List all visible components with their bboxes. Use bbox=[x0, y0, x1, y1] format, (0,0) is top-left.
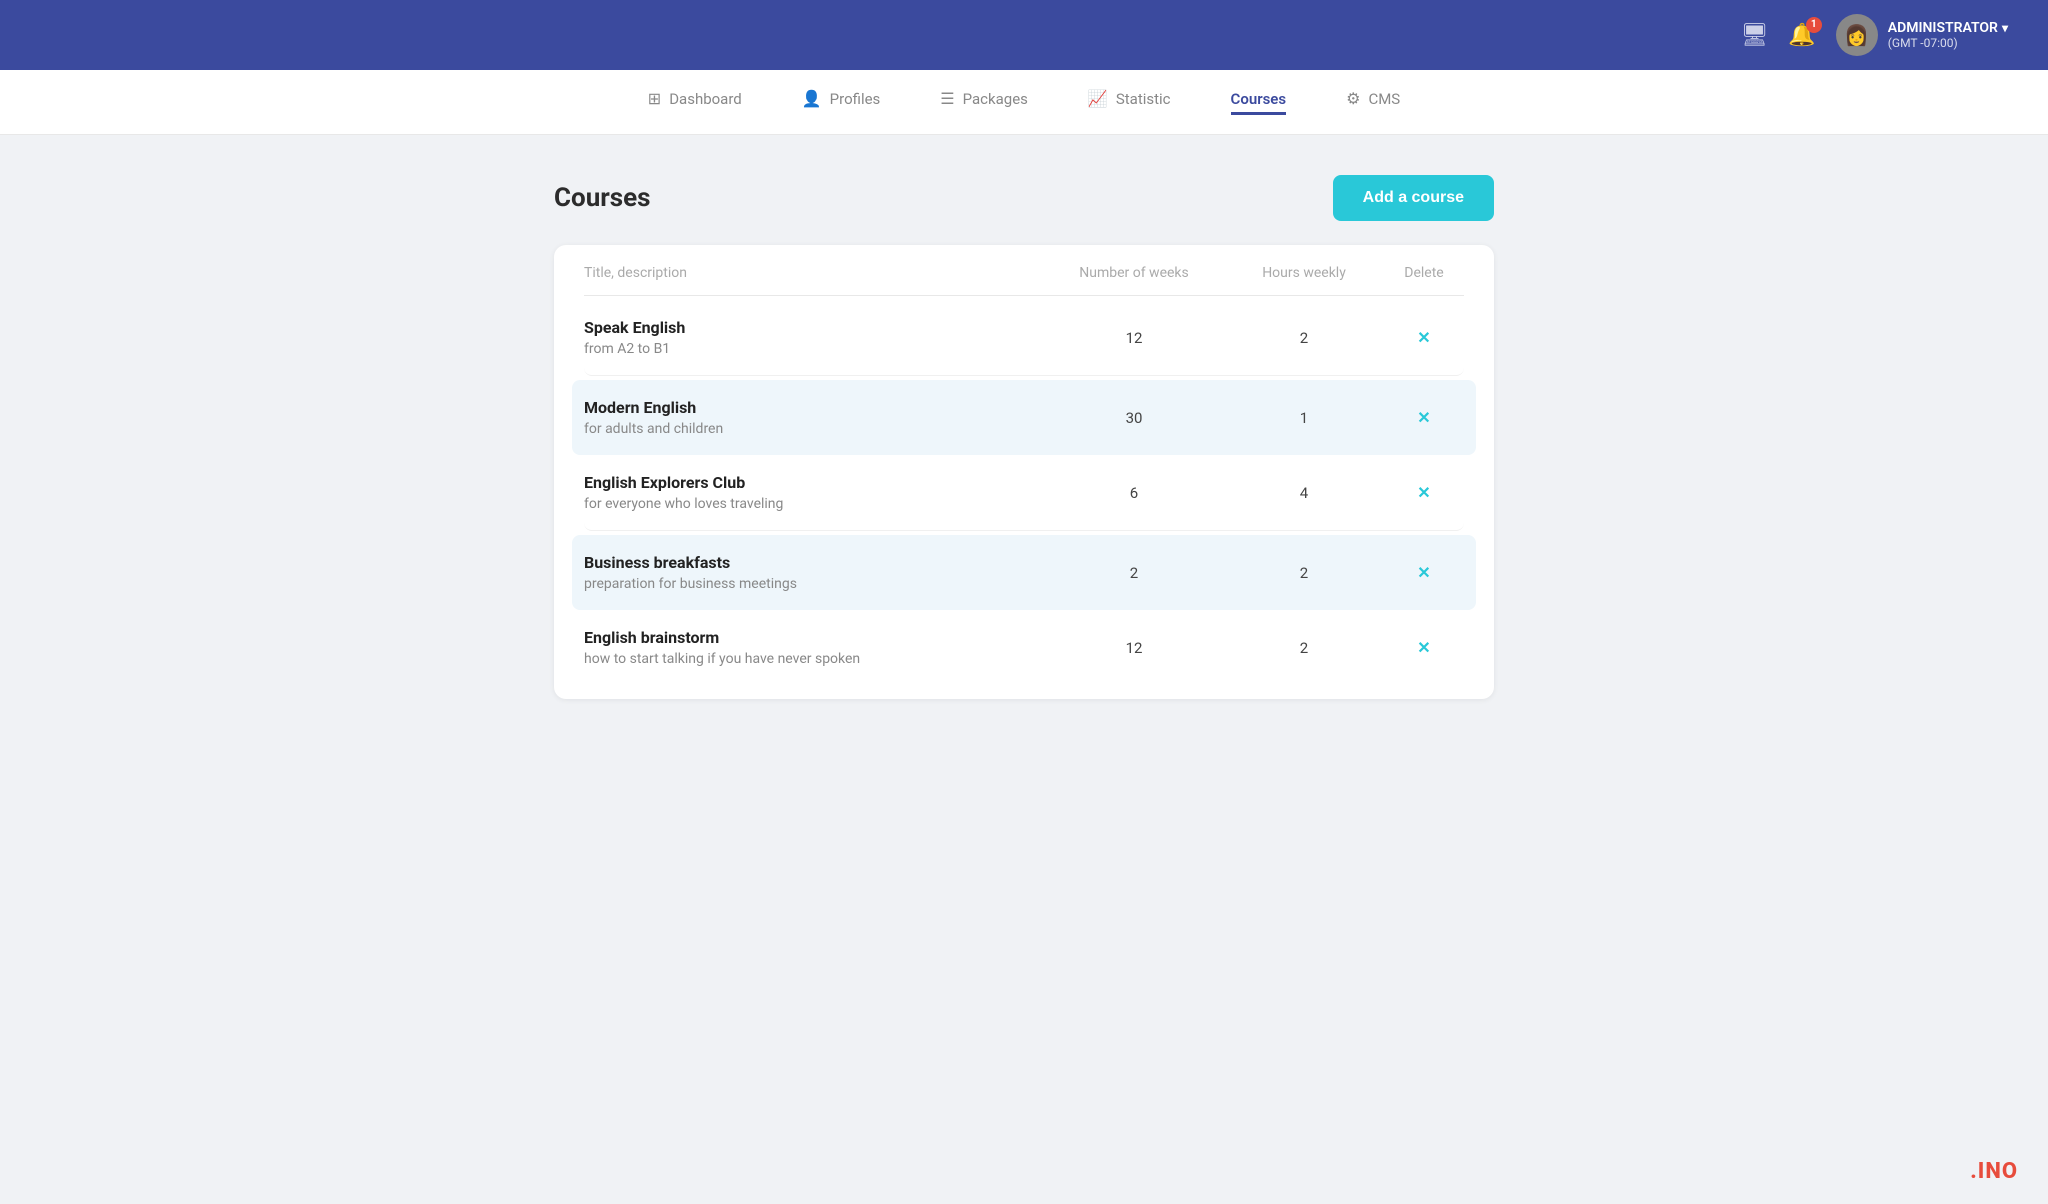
user-name: ADMINISTRATOR▾ bbox=[1888, 20, 2008, 36]
course-weeks: 6 bbox=[1044, 484, 1224, 502]
main-content: Courses Add a course Title, description … bbox=[534, 175, 1514, 699]
course-hours: 2 bbox=[1224, 329, 1384, 347]
page-header: Courses Add a course bbox=[554, 175, 1494, 221]
header-weeks: Number of weeks bbox=[1044, 265, 1224, 281]
header-delete: Delete bbox=[1384, 265, 1464, 281]
dashboard-icon: ⊞ bbox=[648, 89, 661, 108]
table-row: Modern English for adults and children 3… bbox=[572, 380, 1476, 455]
course-title: Modern English bbox=[584, 398, 1044, 417]
monitor-icon[interactable]: 🖥 bbox=[1740, 23, 1768, 48]
course-weeks: 12 bbox=[1044, 639, 1224, 657]
nav-label-dashboard: Dashboard bbox=[669, 90, 742, 108]
avatar: 👩 bbox=[1836, 14, 1878, 56]
course-info: Modern English for adults and children bbox=[584, 398, 1044, 437]
nav-label-profiles: Profiles bbox=[830, 90, 881, 108]
course-desc: for everyone who loves traveling bbox=[584, 496, 1044, 512]
nav-item-packages[interactable]: ☰ Packages bbox=[940, 89, 1028, 115]
header-title: Title, description bbox=[584, 265, 1044, 281]
delete-button[interactable]: ✕ bbox=[1384, 638, 1464, 657]
table-header: Title, description Number of weeks Hours… bbox=[584, 265, 1464, 296]
delete-button[interactable]: ✕ bbox=[1384, 408, 1464, 427]
delete-button[interactable]: ✕ bbox=[1384, 563, 1464, 582]
course-info: English brainstorm how to start talking … bbox=[584, 628, 1044, 667]
course-desc: how to start talking if you have never s… bbox=[584, 651, 1044, 667]
course-weeks: 2 bbox=[1044, 564, 1224, 582]
course-desc: from A2 to B1 bbox=[584, 341, 1044, 357]
nav-item-dashboard[interactable]: ⊞ Dashboard bbox=[648, 89, 742, 115]
user-timezone: (GMT -07:00) bbox=[1888, 36, 2008, 50]
packages-icon: ☰ bbox=[940, 89, 954, 108]
nav-label-cms: CMS bbox=[1368, 90, 1400, 108]
topbar: 🖥 🔔 1 👩 ADMINISTRATOR▾ (GMT -07:00) bbox=[0, 0, 2048, 70]
nav-item-cms[interactable]: ⚙ CMS bbox=[1346, 89, 1400, 115]
course-hours: 1 bbox=[1224, 409, 1384, 427]
user-details: ADMINISTRATOR▾ (GMT -07:00) bbox=[1888, 20, 2008, 50]
user-menu[interactable]: 👩 ADMINISTRATOR▾ (GMT -07:00) bbox=[1836, 14, 2008, 56]
delete-button[interactable]: ✕ bbox=[1384, 328, 1464, 347]
statistic-icon: 📈 bbox=[1088, 89, 1108, 108]
course-info: Business breakfasts preparation for busi… bbox=[584, 553, 1044, 592]
course-hours: 4 bbox=[1224, 484, 1384, 502]
course-weeks: 12 bbox=[1044, 329, 1224, 347]
nav-label-statistic: Statistic bbox=[1116, 90, 1171, 108]
table-row: English brainstorm how to start talking … bbox=[584, 610, 1464, 685]
table-row: Business breakfasts preparation for busi… bbox=[572, 535, 1476, 610]
course-title: Speak English bbox=[584, 318, 1044, 337]
course-info: English Explorers Club for everyone who … bbox=[584, 473, 1044, 512]
courses-table: Title, description Number of weeks Hours… bbox=[554, 245, 1494, 699]
course-info: Speak English from A2 to B1 bbox=[584, 318, 1044, 357]
nav-item-courses[interactable]: Courses bbox=[1231, 90, 1287, 115]
nav-item-statistic[interactable]: 📈 Statistic bbox=[1088, 89, 1171, 115]
notification-wrapper[interactable]: 🔔 1 bbox=[1788, 23, 1815, 48]
course-desc: for adults and children bbox=[584, 421, 1044, 437]
course-hours: 2 bbox=[1224, 564, 1384, 582]
notification-badge: 1 bbox=[1806, 17, 1822, 33]
course-weeks: 30 bbox=[1044, 409, 1224, 427]
topbar-icons: 🖥 🔔 1 👩 ADMINISTRATOR▾ (GMT -07:00) bbox=[1740, 14, 2008, 56]
cms-icon: ⚙ bbox=[1346, 89, 1360, 108]
course-desc: preparation for business meetings bbox=[584, 576, 1044, 592]
header-hours: Hours weekly bbox=[1224, 265, 1384, 281]
profiles-icon: 👤 bbox=[802, 89, 822, 108]
nav-bar: ⊞ Dashboard 👤 Profiles ☰ Packages 📈 Stat… bbox=[0, 70, 2048, 135]
table-row: Speak English from A2 to B1 12 2 ✕ bbox=[584, 300, 1464, 376]
course-title: English Explorers Club bbox=[584, 473, 1044, 492]
course-hours: 2 bbox=[1224, 639, 1384, 657]
avatar-emoji: 👩 bbox=[1844, 23, 1869, 47]
course-title: English brainstorm bbox=[584, 628, 1044, 647]
delete-button[interactable]: ✕ bbox=[1384, 483, 1464, 502]
table-row: English Explorers Club for everyone who … bbox=[584, 455, 1464, 531]
nav-label-courses: Courses bbox=[1231, 90, 1287, 108]
nav-label-packages: Packages bbox=[963, 90, 1028, 108]
page-title: Courses bbox=[554, 183, 651, 213]
nav-item-profiles[interactable]: 👤 Profiles bbox=[802, 89, 881, 115]
add-course-button[interactable]: Add a course bbox=[1333, 175, 1494, 221]
brand-mark: .INO bbox=[1970, 1159, 2018, 1184]
course-title: Business breakfasts bbox=[584, 553, 1044, 572]
